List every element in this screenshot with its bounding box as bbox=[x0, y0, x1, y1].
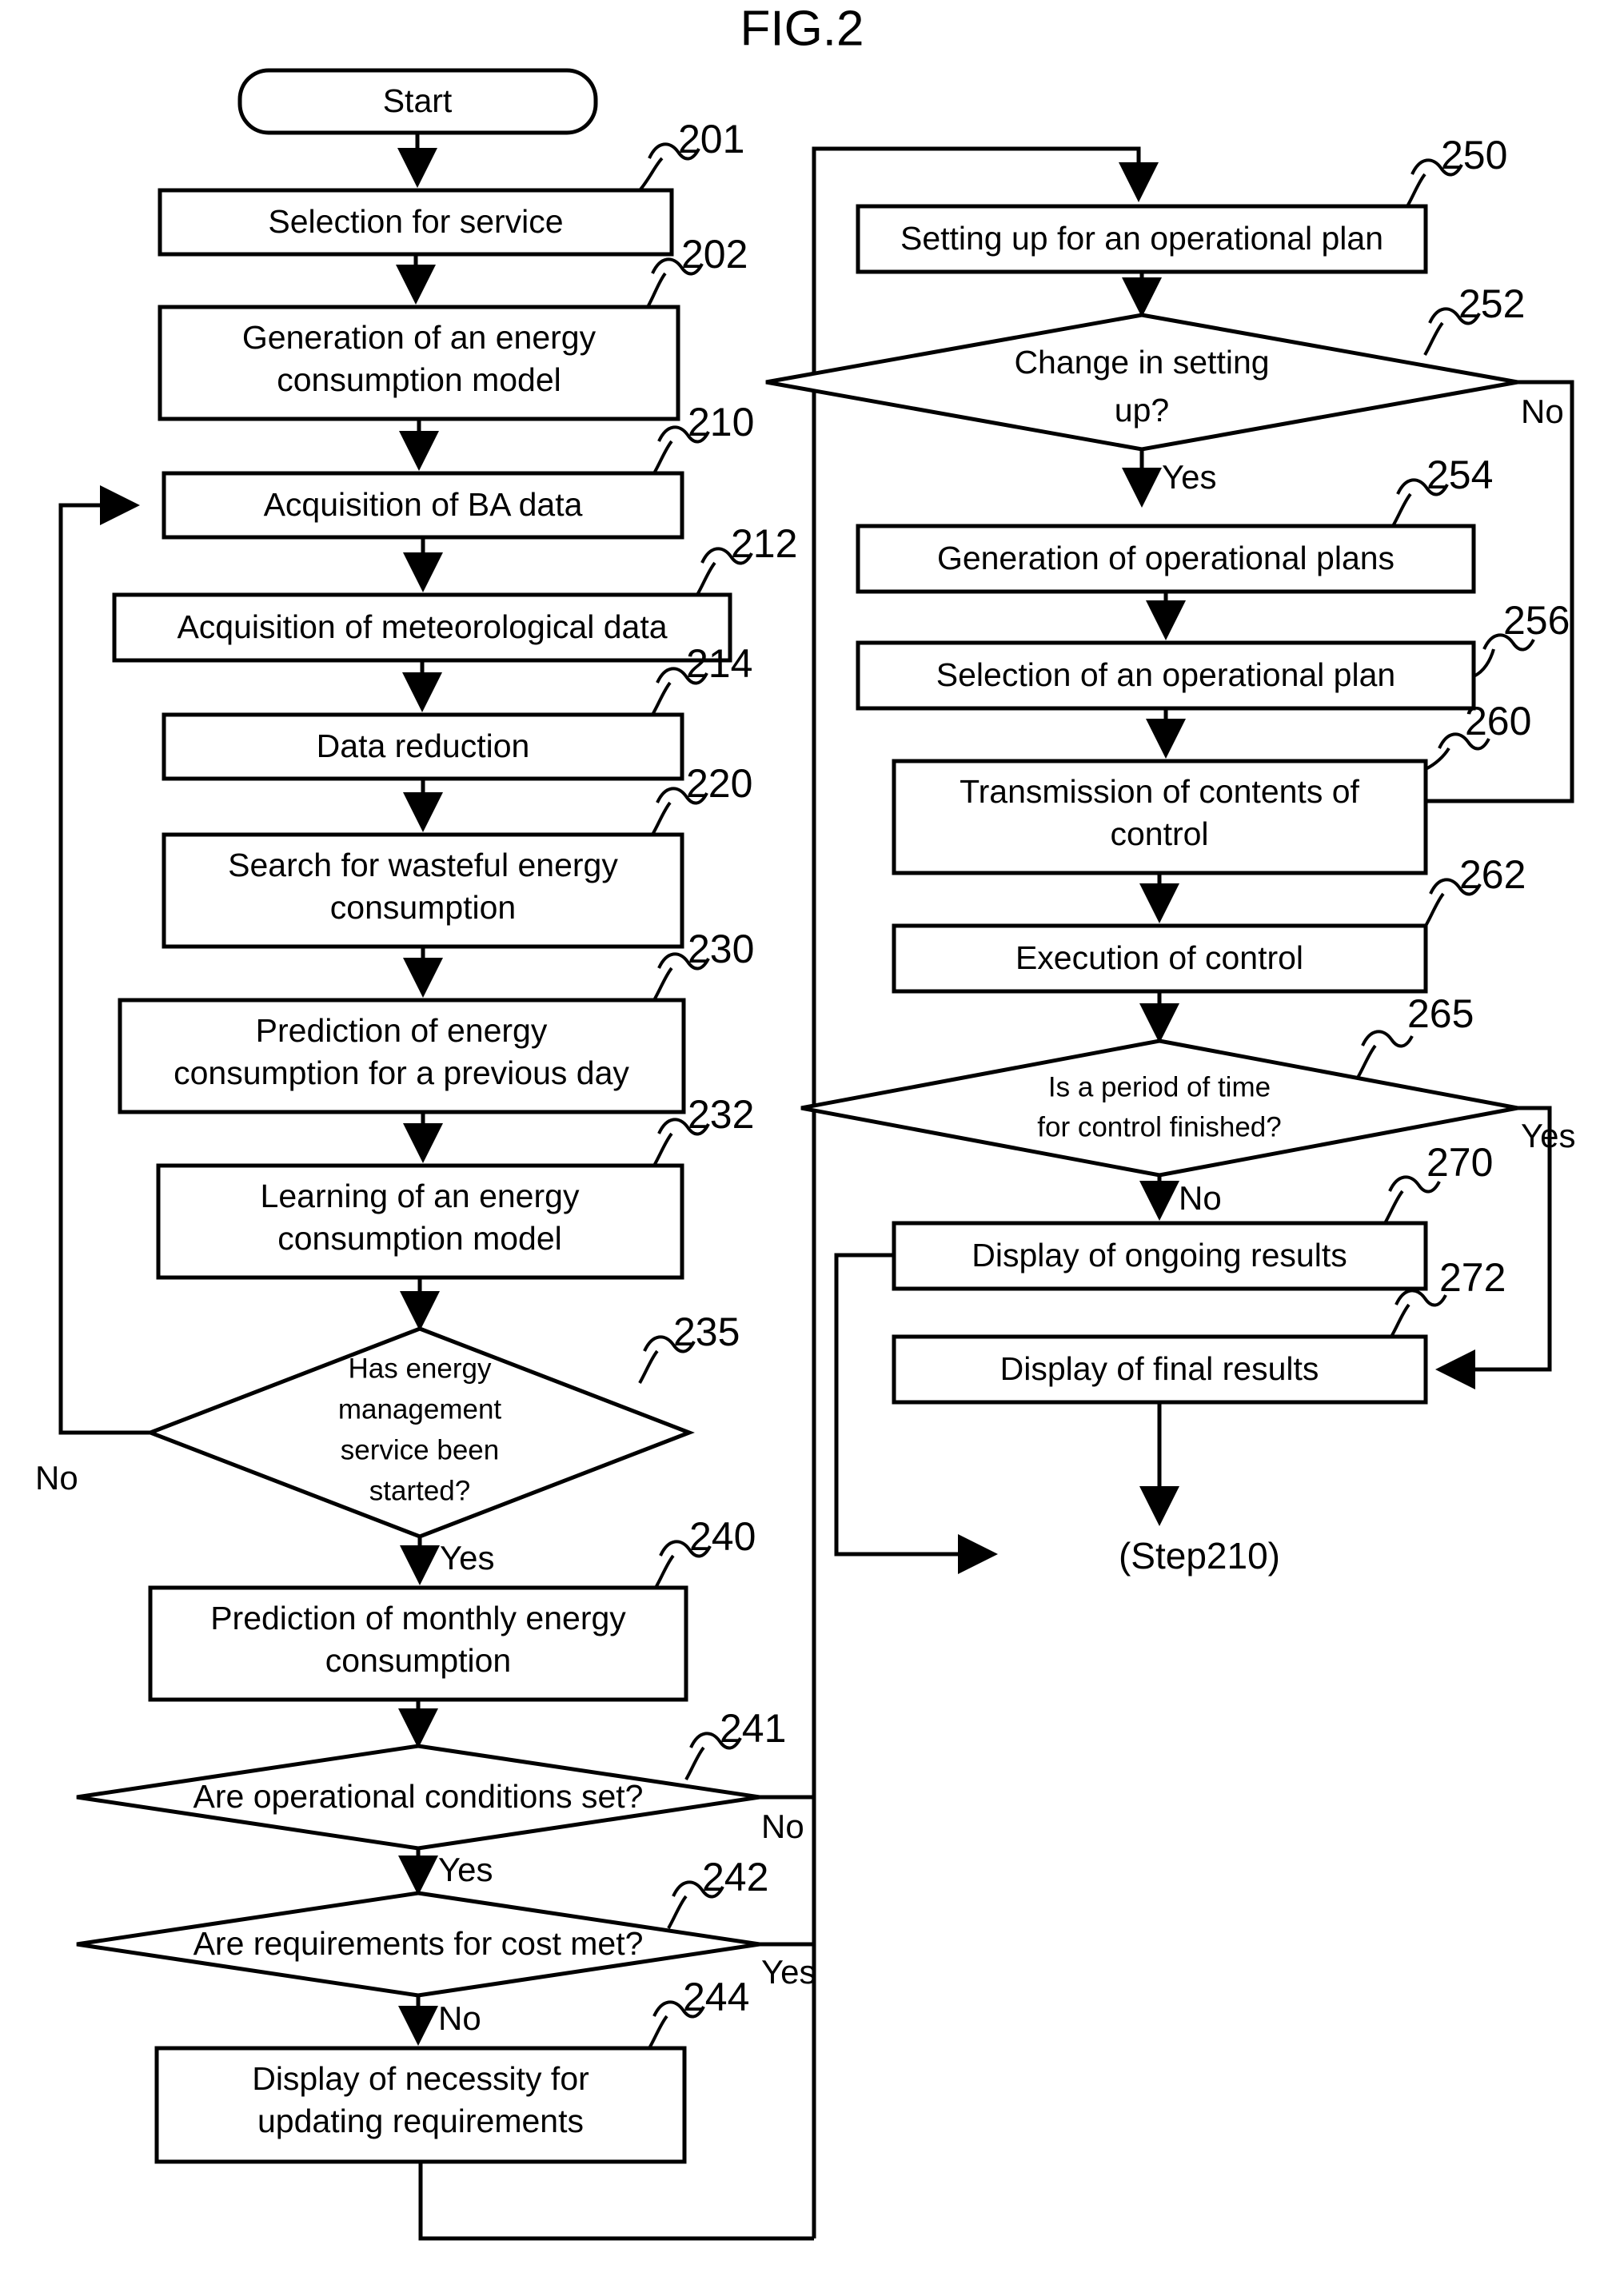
edge-270-to-step210 bbox=[834, 1253, 998, 1574]
ref-240: 240 bbox=[689, 1514, 756, 1559]
node-260-label-line2: control bbox=[1110, 815, 1208, 852]
ref-244: 244 bbox=[683, 1975, 749, 2019]
node-250-label: Setting up for an operational plan bbox=[900, 220, 1383, 257]
node-235-label-line3: service been bbox=[341, 1434, 499, 1465]
node-230-label-line1: Prediction of energy bbox=[256, 1012, 548, 1049]
ref-272: 272 bbox=[1439, 1255, 1506, 1300]
ref-210: 210 bbox=[688, 400, 754, 444]
node-235-label-line1: Has energy bbox=[349, 1353, 492, 1384]
branch-label-265-no: No bbox=[1179, 1179, 1222, 1217]
leader-210 bbox=[652, 440, 673, 474]
branch-label-252-yes: Yes bbox=[1162, 458, 1217, 496]
node-272-label: Display of final results bbox=[1000, 1350, 1319, 1387]
ref-254: 254 bbox=[1426, 452, 1493, 497]
node-244-label-line1: Display of necessity for bbox=[252, 2060, 589, 2097]
node-230-label-line2: consumption for a previous day bbox=[174, 1054, 629, 1091]
node-201-label: Selection for service bbox=[268, 203, 563, 240]
node-232-label-line2: consumption model bbox=[277, 1220, 562, 1257]
node-256-label: Selection of an operational plan bbox=[936, 656, 1395, 693]
ref-270: 270 bbox=[1426, 1140, 1493, 1185]
node-202-label-line2: consumption model bbox=[277, 361, 561, 398]
ref-202: 202 bbox=[681, 232, 748, 277]
ref-232: 232 bbox=[688, 1092, 754, 1137]
leader-235 bbox=[638, 1349, 659, 1384]
branch-label-252-no: No bbox=[1521, 393, 1564, 430]
leader-242 bbox=[667, 1895, 688, 1929]
leader-241 bbox=[684, 1746, 705, 1780]
leader-272 bbox=[1390, 1303, 1410, 1337]
node-210-label: Acquisition of BA data bbox=[264, 486, 583, 523]
node-262-label: Execution of control bbox=[1015, 939, 1303, 976]
squiggle-272 bbox=[1395, 1289, 1447, 1307]
node-start-label: Start bbox=[383, 82, 453, 119]
ref-256: 256 bbox=[1503, 598, 1570, 643]
ref-212: 212 bbox=[731, 521, 797, 566]
node-240-label-line1: Prediction of monthly energy bbox=[210, 1600, 626, 1636]
node-260-label-line1: Transmission of contents of bbox=[960, 773, 1359, 810]
ref-265: 265 bbox=[1407, 991, 1474, 1036]
flowchart-canvas: FIG.2 Start Selection for service 201 Ge… bbox=[35, 1, 1576, 2241]
ref-250: 250 bbox=[1441, 133, 1507, 177]
node-265-label-line1: Is a period of time bbox=[1048, 1071, 1271, 1102]
leader-254 bbox=[1391, 492, 1412, 527]
branch-label-242-no: No bbox=[438, 1999, 481, 2037]
leader-240 bbox=[654, 1554, 675, 1588]
leader-230 bbox=[652, 967, 673, 1001]
node-252 bbox=[765, 313, 1518, 452]
leader-214 bbox=[651, 681, 672, 716]
ref-230: 230 bbox=[688, 927, 754, 971]
leader-202 bbox=[646, 272, 667, 308]
node-235-label-line4: started? bbox=[369, 1475, 470, 1506]
node-212-label: Acquisition of meteorological data bbox=[177, 608, 667, 645]
node-265 bbox=[800, 1038, 1518, 1178]
ref-241: 241 bbox=[720, 1706, 786, 1751]
node-235-label-line2: management bbox=[338, 1393, 502, 1425]
branch-label-235-no: No bbox=[35, 1459, 78, 1497]
node-244-label-line2: updating requirements bbox=[257, 2103, 584, 2139]
branch-label-242-yes: Yes bbox=[761, 1953, 816, 1991]
ref-214: 214 bbox=[686, 641, 752, 686]
node-252-label-line2: up? bbox=[1115, 392, 1169, 429]
node-265-label-line2: for control finished? bbox=[1037, 1111, 1281, 1142]
ref-235: 235 bbox=[673, 1309, 740, 1354]
squiggle-265 bbox=[1361, 1030, 1414, 1048]
leader-262 bbox=[1424, 892, 1445, 927]
leader-252 bbox=[1423, 321, 1444, 356]
branch-label-241-yes: Yes bbox=[438, 1851, 493, 1888]
leader-201 bbox=[638, 157, 664, 192]
leader-212 bbox=[696, 561, 716, 596]
branch-label-241-no: No bbox=[761, 1808, 804, 1845]
leader-256 bbox=[1473, 648, 1495, 678]
leader-220 bbox=[651, 801, 672, 835]
node-241-label: Are operational conditions set? bbox=[194, 1778, 644, 1815]
ref-220: 220 bbox=[686, 761, 752, 806]
patent-figure-page: FIG.2 Start Selection for service 201 Ge… bbox=[0, 0, 1604, 2296]
ref-262: 262 bbox=[1459, 852, 1526, 897]
leader-250 bbox=[1406, 173, 1426, 207]
node-220-label-line2: consumption bbox=[330, 889, 516, 926]
ref-201: 201 bbox=[678, 117, 744, 161]
ref-260: 260 bbox=[1465, 699, 1531, 743]
ref-242: 242 bbox=[702, 1855, 768, 1899]
node-252-label-line1: Change in setting bbox=[1014, 344, 1269, 381]
node-254-label: Generation of operational plans bbox=[937, 540, 1395, 576]
node-232-label-line1: Learning of an energy bbox=[261, 1178, 580, 1214]
node-202-label-line1: Generation of an energy bbox=[242, 319, 597, 356]
edge-trunk-to-250 bbox=[812, 146, 1159, 2238]
figure-title: FIG.2 bbox=[740, 1, 864, 56]
ref-252: 252 bbox=[1458, 281, 1525, 326]
edge-244-return bbox=[418, 2162, 814, 2241]
leader-260 bbox=[1425, 747, 1450, 771]
leader-265 bbox=[1356, 1044, 1377, 1078]
leader-270 bbox=[1383, 1190, 1404, 1224]
leader-244 bbox=[648, 2015, 668, 2049]
node-240-label-line2: consumption bbox=[325, 1642, 511, 1679]
node-242-label: Are requirements for cost met? bbox=[194, 1925, 644, 1962]
step-210-reference: (Step210) bbox=[1119, 1535, 1280, 1577]
leader-232 bbox=[652, 1132, 673, 1166]
branch-label-235-yes: Yes bbox=[440, 1539, 495, 1577]
node-214-label: Data reduction bbox=[317, 727, 530, 764]
node-220-label-line1: Search for wasteful energy bbox=[228, 847, 618, 883]
node-270-label: Display of ongoing results bbox=[972, 1237, 1347, 1274]
